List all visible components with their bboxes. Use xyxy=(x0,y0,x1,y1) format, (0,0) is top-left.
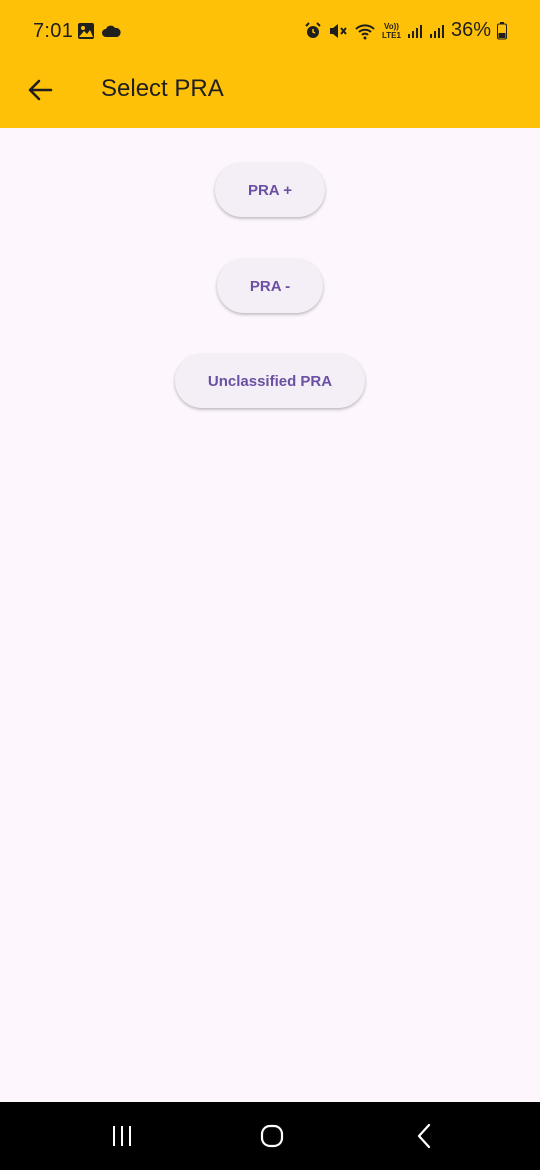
image-icon xyxy=(77,22,95,45)
signal-icon xyxy=(407,23,423,39)
app-bar: Select PRA xyxy=(0,62,540,128)
home-icon xyxy=(260,1124,284,1148)
main-content: PRA + PRA - Unclassified PRA xyxy=(0,128,540,1102)
recents-button[interactable] xyxy=(106,1120,138,1152)
status-left-icons xyxy=(77,22,121,45)
nav-back-button[interactable] xyxy=(408,1120,440,1152)
pra-plus-button[interactable]: PRA + xyxy=(215,163,325,217)
wifi-icon xyxy=(354,22,376,40)
back-icon xyxy=(417,1123,431,1149)
pra-minus-button[interactable]: PRA - xyxy=(217,259,323,313)
cloud-icon xyxy=(101,24,121,43)
alarm-icon xyxy=(304,21,322,40)
status-right-icons: Vo)) LTE1 36% xyxy=(304,19,507,42)
lte-label-top: Vo)) xyxy=(384,21,399,31)
lte-label-bottom: LTE1 xyxy=(382,30,401,40)
status-time: 7:01 xyxy=(33,20,74,42)
status-bar: 7:01 Vo)) LTE1 36% xyxy=(0,0,540,62)
system-nav-bar xyxy=(0,1102,540,1170)
home-button[interactable] xyxy=(256,1120,288,1152)
arrow-left-icon xyxy=(28,79,53,101)
lte-label: Vo)) LTE1 xyxy=(382,22,401,40)
signal-icon xyxy=(429,23,445,39)
recents-icon xyxy=(113,1126,131,1146)
unclassified-pra-button[interactable]: Unclassified PRA xyxy=(175,354,365,408)
page-title: Select PRA xyxy=(101,75,224,102)
battery-icon xyxy=(497,21,507,40)
back-button[interactable] xyxy=(22,72,58,108)
battery-percent: 36% xyxy=(450,19,491,41)
mute-icon xyxy=(328,22,348,40)
